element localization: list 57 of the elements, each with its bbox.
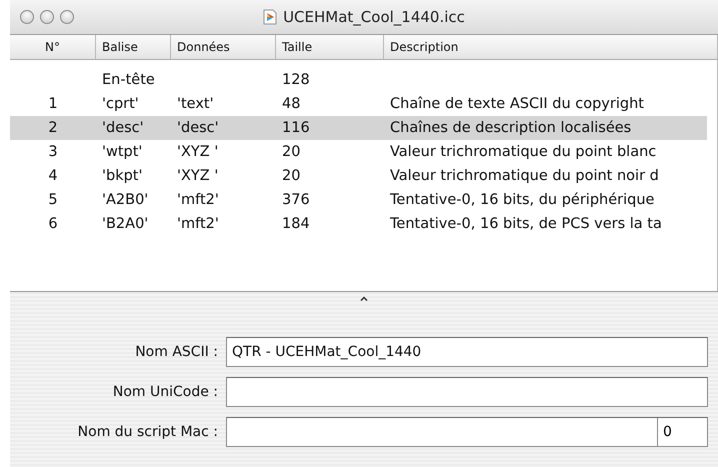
table-cell-text: 6	[47, 216, 59, 232]
document-icon	[263, 9, 278, 25]
table-cell-text: Tentative-0, 16 bits, de PCS vers la ta	[389, 216, 663, 232]
input-field[interactable]: QTR - UCEHMat_Cool_1440	[226, 337, 708, 367]
table-cell-text: 'XYZ '	[176, 168, 220, 184]
table-cell-text: 'bkpt'	[101, 168, 144, 184]
table-cell-text: Valeur trichromatique du point blanc	[389, 144, 658, 160]
column-header[interactable]: Description	[384, 35, 718, 59]
table-cell-text: 'desc'	[176, 120, 220, 136]
column-header[interactable]: Données	[171, 35, 276, 59]
field-label: Nom ASCII :	[134, 344, 218, 360]
table-cell-text: 20	[281, 168, 302, 184]
table-cell-text: 'B2A0'	[101, 216, 150, 232]
table-row[interactable]: 5 'A2B0' 'mft2' 376 Tentative-0, 16 bits, du périphérique	[10, 188, 707, 212]
table-cell-text: 2	[47, 120, 59, 136]
table-cell-text: En-tête	[101, 72, 156, 88]
table-row[interactable]: 4 'bkpt' 'XYZ ' 20 Valeur trichromatique du point noir d	[10, 164, 707, 188]
close-button[interactable]	[20, 10, 34, 24]
table-row[interactable]: 6 'B2A0' 'mft2' 184 Tentative-0, 16 bits, de PCS vers la ta	[10, 212, 707, 236]
table-cell-text: 116	[281, 120, 311, 136]
table-cell-text: 'text'	[176, 96, 215, 112]
table-cell-text: 4	[47, 168, 59, 184]
table-cell-text: 'mft2'	[176, 216, 220, 232]
table-cell-text: 'XYZ '	[176, 144, 220, 160]
table-cell-text: Chaîne de texte ASCII du copyright	[389, 96, 645, 112]
table-cell-text: 'A2B0'	[101, 192, 150, 208]
table-row[interactable]: 3 'wtpt' 'XYZ ' 20 Valeur trichromatique du point blanc	[10, 140, 707, 164]
table-cell-text: 5	[47, 192, 59, 208]
table-cell-text: 'mft2'	[176, 192, 220, 208]
table-row[interactable]: 2 'desc' 'desc' 116 Chaînes de description localisées	[10, 116, 707, 140]
input-field[interactable]: 0	[226, 417, 708, 447]
window-title: UCEHMat_Cool_1440.icc	[283, 8, 465, 26]
table-cell-text: 3	[47, 144, 59, 160]
table-cell-text: Tentative-0, 16 bits, du périphérique	[389, 192, 656, 208]
table-cell-text: 48	[281, 96, 302, 112]
table-row[interactable]: En-tête 128	[10, 68, 707, 92]
minimize-button[interactable]	[40, 10, 54, 24]
field-label: Nom du script Mac :	[76, 424, 218, 440]
table-cell-text: Valeur trichromatique du point noir d	[389, 168, 660, 184]
column-header[interactable]: Taille	[276, 35, 384, 59]
table-cell-text: 184	[281, 216, 311, 232]
script-code-field[interactable]: 0	[657, 418, 707, 446]
table-cell-text: 'cprt'	[101, 96, 140, 112]
table-cell-text: 376	[281, 192, 311, 208]
table-cell-text: 128	[281, 72, 311, 88]
table-cell-text: 'wtpt'	[101, 144, 144, 160]
column-header[interactable]: N°	[10, 35, 96, 59]
table-row[interactable]: 1 'cprt' 'text' 48 Chaîne de texte ASCII du copyright	[10, 92, 707, 116]
table-cell-text: 20	[281, 144, 302, 160]
table-cell-text: 1	[47, 96, 59, 112]
input-field[interactable]	[226, 377, 708, 407]
splitter-handle-icon[interactable]	[360, 296, 368, 301]
column-header[interactable]: Balise	[96, 35, 171, 59]
zoom-button[interactable]	[60, 10, 74, 24]
field-label: Nom UniCode :	[112, 384, 218, 400]
table-cell-text: 'desc'	[101, 120, 145, 136]
table-cell-text: Chaînes de description localisées	[389, 120, 632, 136]
